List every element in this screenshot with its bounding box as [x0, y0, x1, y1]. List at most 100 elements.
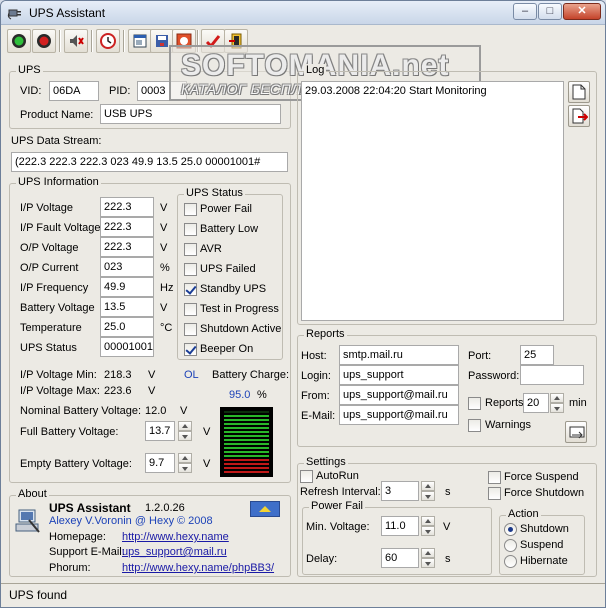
shutdown-radio[interactable]	[504, 523, 517, 536]
from-field[interactable]: ups_support@mail.ru	[339, 385, 459, 405]
product-name-field[interactable]: USB UPS	[100, 104, 281, 124]
warnings-checkbox[interactable]	[468, 419, 481, 432]
i-p-fault-voltage-field[interactable]: 222.3	[100, 217, 154, 237]
i-p-frequency-label: I/P Frequency	[20, 282, 89, 294]
timer-button[interactable]	[96, 29, 120, 53]
min-voltage-spinner[interactable]	[421, 516, 435, 536]
meter-bar	[224, 427, 269, 429]
i-p-fault-voltage-unit: V	[160, 222, 168, 234]
refresh-interval-field[interactable]: 3	[381, 481, 419, 501]
battery-low-checkbox[interactable]	[184, 223, 197, 236]
min-voltage-unit: V	[443, 521, 451, 533]
data-stream-field[interactable]: (222.3 222.3 222.3 023 49.9 13.5 25.0 00…	[11, 152, 288, 172]
o-p-voltage-field[interactable]: 222.3	[100, 237, 154, 257]
clear-log-button[interactable]	[568, 81, 590, 103]
i-p-frequency-field[interactable]: 49.9	[100, 277, 154, 297]
nominal-battery-voltage-value: 12.0	[145, 405, 167, 417]
o-p-voltage-label: O/P Voltage	[20, 242, 79, 254]
view-button[interactable]	[128, 29, 152, 53]
force-shutdown-checkbox[interactable]	[488, 487, 501, 500]
min-voltage-field[interactable]: 11.0	[381, 516, 419, 536]
minimize-button[interactable]: –	[513, 3, 537, 20]
flag-icon	[259, 506, 271, 512]
homepage-link[interactable]: http://www.hexy.name	[122, 531, 229, 543]
port-field[interactable]: 25	[520, 345, 554, 365]
suspend-radio[interactable]	[504, 539, 517, 552]
phorum-label: Phorum:	[49, 562, 91, 574]
about-year: © 2008	[177, 515, 213, 527]
reports-checkbox[interactable]	[468, 397, 481, 410]
o-p-current-label: O/P Current	[20, 262, 79, 274]
ups-status-field[interactable]: 00001001	[100, 337, 154, 357]
force-suspend-checkbox[interactable]	[488, 471, 501, 484]
email-field[interactable]: ups_support@mail.ru	[339, 405, 459, 425]
pid-label: PID:	[109, 85, 131, 97]
vid-field[interactable]: 06DA	[49, 81, 99, 101]
i-p-voltage-unit: V	[160, 202, 168, 214]
i-p-voltage-field[interactable]: 222.3	[100, 197, 154, 217]
meter-bar	[224, 411, 269, 413]
password-field[interactable]	[520, 365, 584, 385]
delay-field[interactable]: 60	[381, 548, 419, 568]
maximize-button[interactable]: □	[538, 3, 562, 20]
power-fail-checkbox[interactable]	[184, 203, 197, 216]
autorun-checkbox[interactable]	[300, 470, 313, 483]
battery-charge-label: Battery Charge:	[212, 369, 290, 381]
connect-button[interactable]	[7, 29, 31, 53]
title-bar[interactable]: UPS Assistant – □ ✕	[1, 1, 605, 25]
clock-icon	[100, 33, 116, 49]
toolbar-separator	[123, 30, 125, 52]
battery-voltage-field[interactable]: 13.5	[100, 297, 154, 317]
mute-button[interactable]	[64, 29, 88, 53]
reports-interval-field[interactable]: 20	[523, 393, 549, 413]
empty-battery-voltage-spinner[interactable]	[178, 453, 192, 473]
login-field[interactable]: ups_support	[339, 365, 459, 385]
ups-group-title: UPS	[16, 64, 43, 76]
refresh-interval-unit: s	[445, 486, 451, 498]
standby-ups-checkbox[interactable]	[184, 283, 197, 296]
ip-voltage-min-value: 218.3	[104, 369, 132, 381]
empty-battery-voltage-field[interactable]: 9.7	[145, 453, 175, 473]
disconnect-button[interactable]	[32, 29, 56, 53]
ups-failed-checkbox[interactable]	[184, 263, 197, 276]
support-email-link[interactable]: ups_support@mail.ru	[122, 546, 227, 558]
new-document-icon	[572, 84, 586, 100]
from-label: From:	[301, 390, 330, 402]
export-log-button[interactable]	[568, 105, 590, 127]
ups-failed-label: UPS Failed	[200, 263, 256, 275]
meter-bar	[224, 451, 269, 453]
log-entry[interactable]: 29.03.2008 22:04:20 Start Monitoring	[305, 85, 560, 97]
beeper-on-checkbox[interactable]	[184, 343, 197, 356]
delay-spinner[interactable]	[421, 548, 435, 568]
meter-bar	[224, 455, 269, 457]
meter-bar	[224, 459, 269, 461]
app-plug-icon	[7, 9, 21, 20]
close-button[interactable]: ✕	[563, 3, 601, 20]
test-in-progress-checkbox[interactable]	[184, 303, 197, 316]
o-p-current-field[interactable]: 023	[100, 257, 154, 277]
suspend-radio-label: Suspend	[520, 539, 564, 551]
hibernate-radio[interactable]	[504, 555, 517, 568]
temperature-field[interactable]: 25.0	[100, 317, 154, 337]
shutdown-active-checkbox[interactable]	[184, 323, 197, 336]
ip-voltage-min-label: I/P Voltage Min:	[20, 369, 97, 381]
reports-title: Reports	[304, 328, 347, 340]
refresh-interval-spinner[interactable]	[421, 481, 435, 501]
avr-checkbox[interactable]	[184, 243, 197, 256]
country-flag-button[interactable]	[250, 501, 280, 517]
host-field[interactable]: smtp.mail.ru	[339, 345, 459, 365]
refresh-interval-label: Refresh Interval:	[300, 486, 381, 498]
battery-charge-value: 95.0	[229, 389, 251, 401]
reports-interval-spinner[interactable]	[550, 393, 564, 413]
meter-bar	[224, 443, 269, 445]
log-list[interactable]: 29.03.2008 22:04:20 Start Monitoring	[301, 81, 564, 321]
full-battery-voltage-field[interactable]: 13.7	[145, 421, 175, 441]
full-battery-voltage-spinner[interactable]	[178, 421, 192, 441]
test-email-button[interactable]	[565, 421, 587, 443]
about-author: Alexey V.Voronin @ Hexy	[49, 515, 175, 527]
save-icon	[156, 35, 168, 47]
phorum-link[interactable]: http://www.hexy.name/phpBB3/	[122, 562, 274, 574]
support-email-label: Support E-Mail:	[49, 546, 125, 558]
main-window: UPS Assistant – □ ✕ UPS VID: 06DA PID: 0…	[0, 0, 606, 608]
standby-ups-label: Standby UPS	[200, 283, 267, 295]
